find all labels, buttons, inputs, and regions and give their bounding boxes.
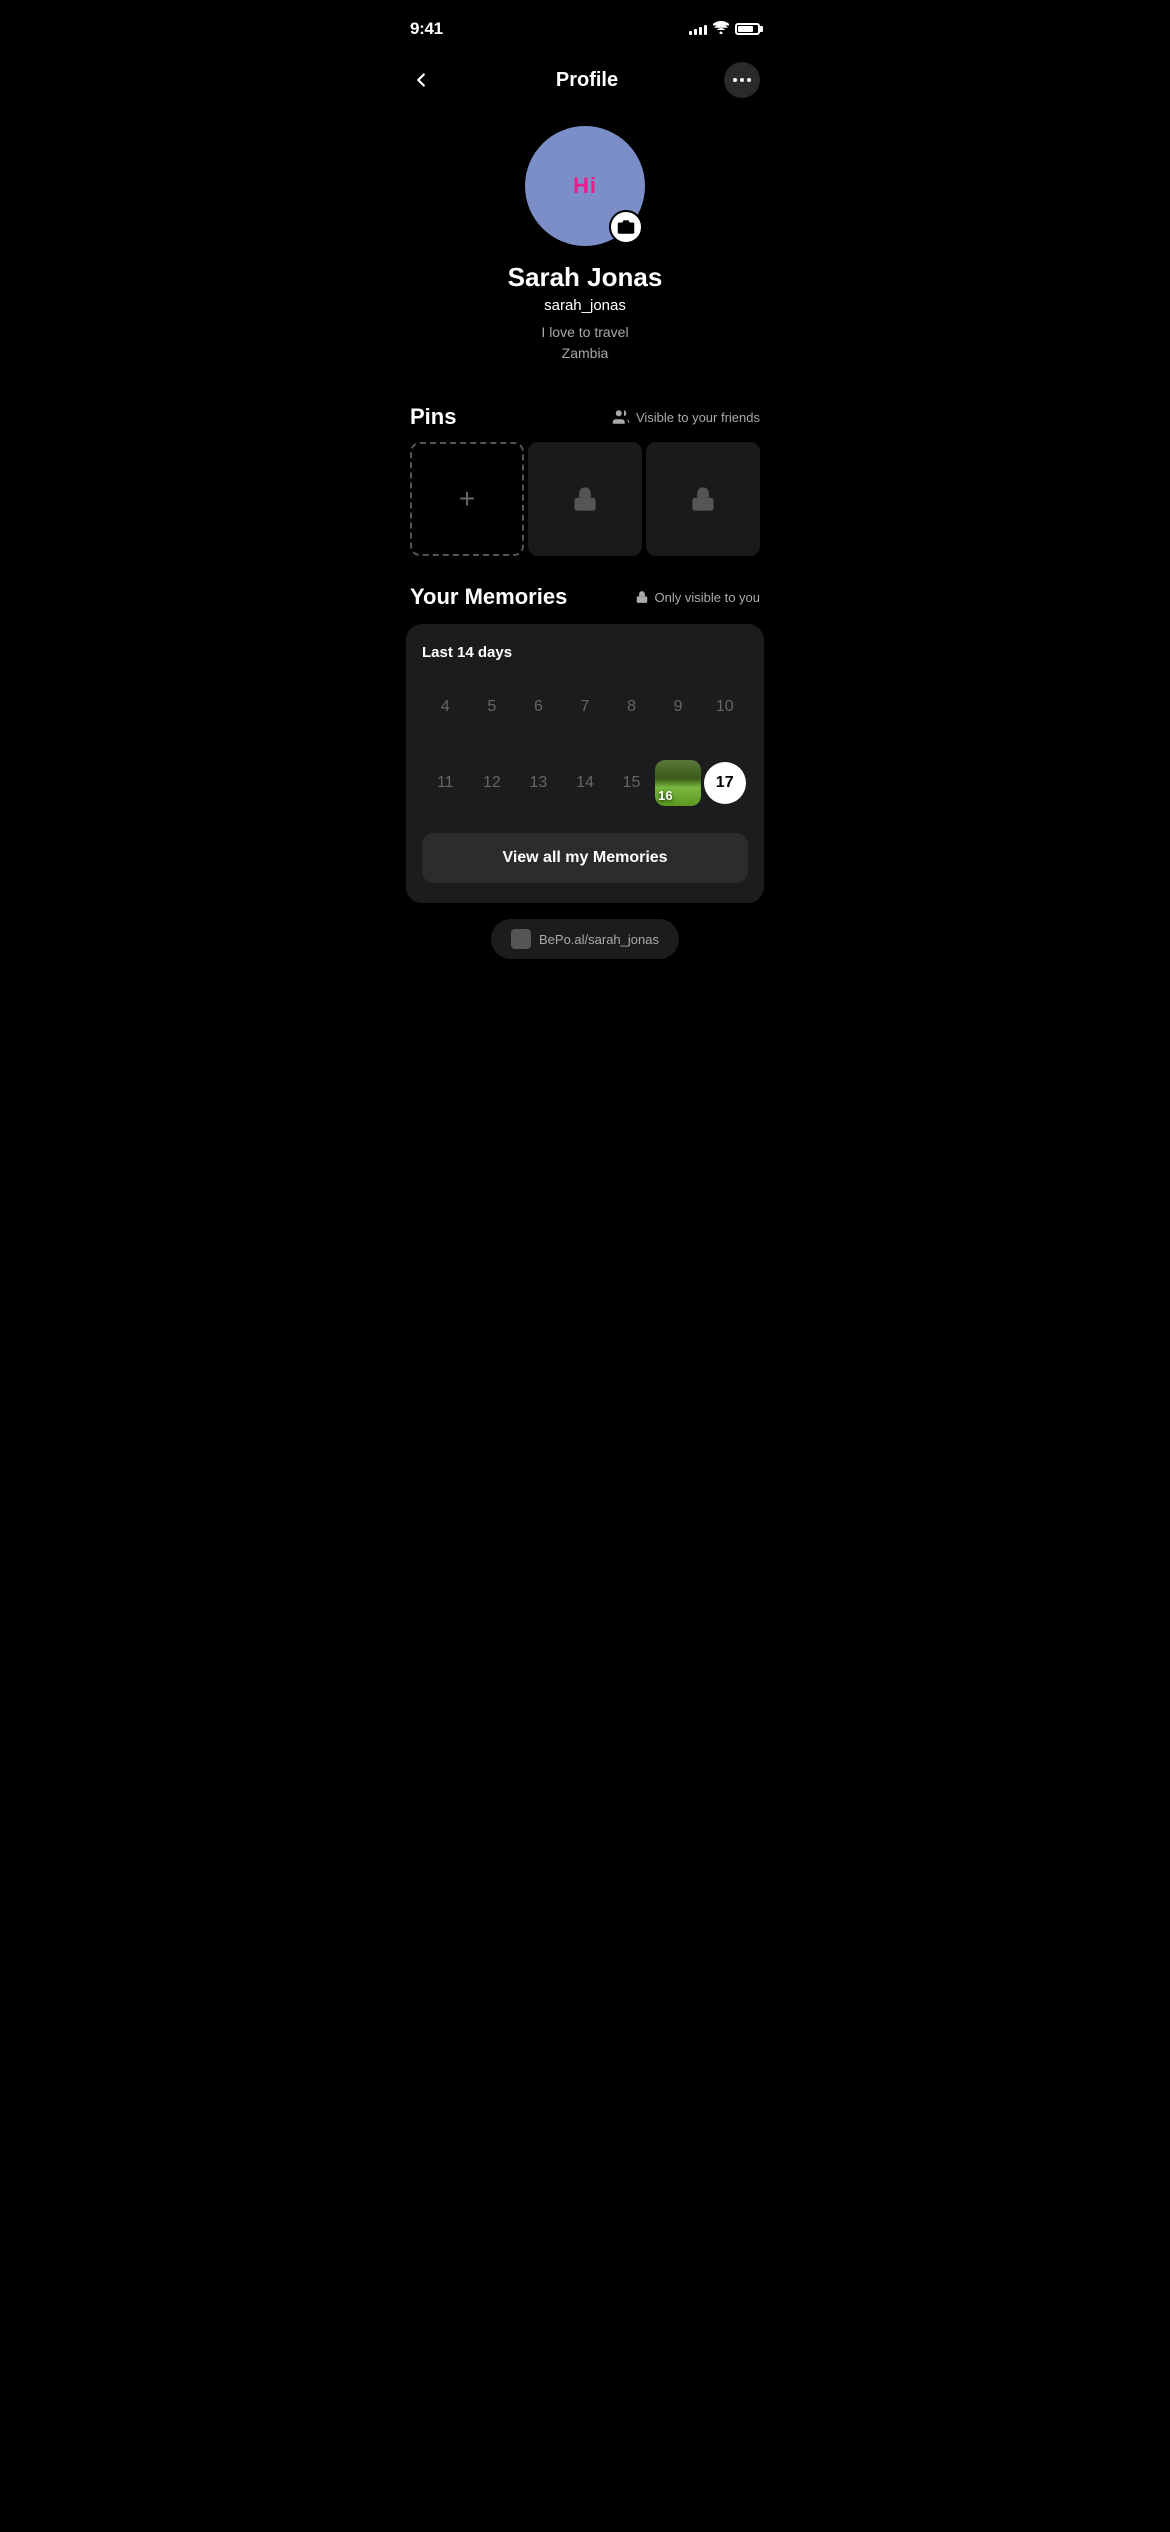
cal-day-11[interactable]: 11 [422,757,469,809]
cal-day-5[interactable]: 5 [469,681,516,733]
profile-section: Hi Sarah Jonas sarah_jonas I love to tra… [390,116,780,384]
camera-icon [617,218,635,236]
cal-day-17-today[interactable]: 17 [701,757,748,809]
memories-section-header: Your Memories Only visible to you [390,556,780,624]
cal-day-16-memory[interactable]: 16 [655,757,702,809]
today-circle: 17 [704,762,746,804]
cal-day-14[interactable]: 14 [562,757,609,809]
memory-day-label: 16 [658,788,672,803]
locked-pin-2[interactable] [646,442,760,556]
avatar-container: Hi [525,126,645,246]
memories-title: Your Memories [410,584,567,610]
signal-icon [689,23,707,35]
profile-link-text: BePo.al/sarah_jonas [539,932,659,947]
lock-small-icon [635,590,649,604]
status-time: 9:41 [410,19,443,39]
cal-day-4[interactable]: 4 [422,681,469,733]
lock-icon [571,485,599,513]
status-icons [689,21,760,37]
status-bar: 9:41 [390,0,780,50]
cal-day-13[interactable]: 13 [515,757,562,809]
calendar-week-2: 11 12 13 14 15 16 17 [422,757,748,809]
pins-grid: + [390,442,780,556]
profile-link-pill[interactable]: BePo.al/sarah_jonas [491,919,679,959]
avatar-text: Hi [573,173,597,199]
pins-visibility-text: Visible to your friends [636,410,760,425]
lock-icon [689,485,717,513]
add-pin-button[interactable]: + [410,442,524,556]
bottom-hint: BePo.al/sarah_jonas [390,903,780,969]
view-all-memories-button[interactable]: View all my Memories [422,833,748,883]
back-button[interactable] [410,60,450,100]
profile-bio: I love to travel Zambia [541,322,628,364]
pins-visibility: Visible to your friends [612,408,760,426]
memories-subtitle: Last 14 days [422,644,748,661]
locked-pin-1[interactable] [528,442,642,556]
more-options-button[interactable] [724,62,760,98]
cal-day-15[interactable]: 15 [608,757,655,809]
cal-day-12[interactable]: 12 [469,757,516,809]
change-photo-button[interactable] [609,210,643,244]
memory-thumbnail: 16 [655,760,701,806]
memories-card: Last 14 days 4 5 6 7 8 9 10 11 12 13 14 … [406,624,764,903]
wifi-icon [713,21,729,37]
cal-day-8[interactable]: 8 [608,681,655,733]
page-title: Profile [556,69,618,92]
cal-day-6[interactable]: 6 [515,681,562,733]
plus-icon: + [459,483,475,515]
header: Profile [390,50,780,116]
link-icon [511,929,531,949]
battery-icon [735,23,760,35]
memories-visibility-text: Only visible to you [655,590,761,605]
pins-title: Pins [410,404,456,430]
calendar-week-1: 4 5 6 7 8 9 10 [422,681,748,733]
cal-day-9[interactable]: 9 [655,681,702,733]
friends-icon [612,408,630,426]
cal-day-7[interactable]: 7 [562,681,609,733]
profile-name: Sarah Jonas [508,262,663,293]
cal-day-10[interactable]: 10 [701,681,748,733]
memories-visibility: Only visible to you [635,590,761,605]
profile-username: sarah_jonas [544,297,626,314]
pins-section-header: Pins Visible to your friends [390,384,780,442]
